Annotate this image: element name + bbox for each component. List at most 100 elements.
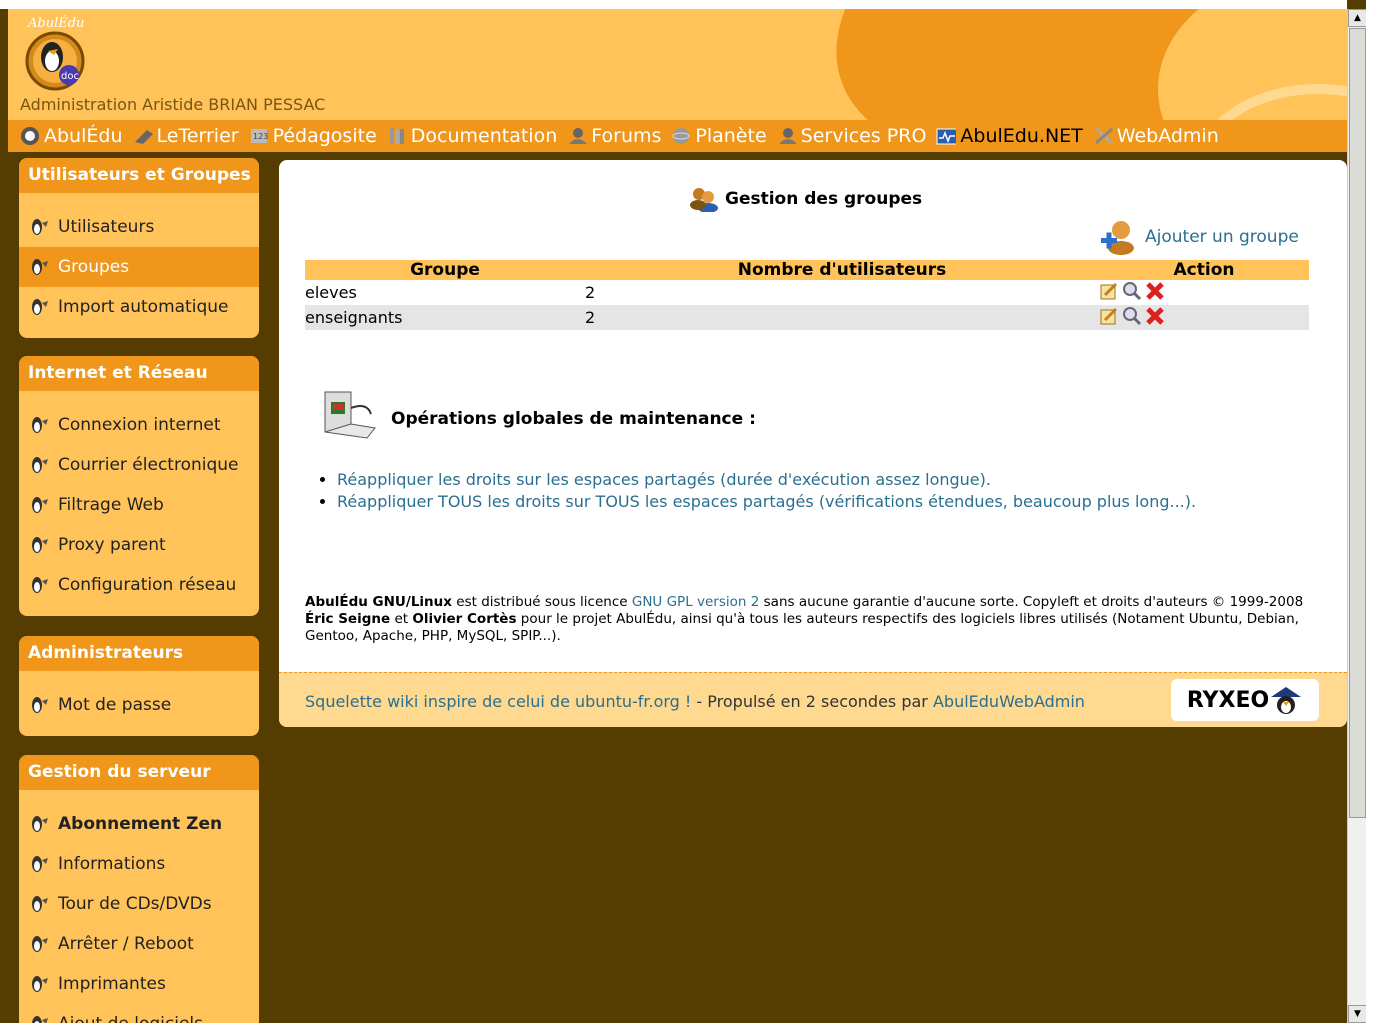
sidebar-section-users-groups: Utilisateurs et Groupes Utilisateurs Gro… <box>19 158 259 338</box>
sidebar-item-connexion-internet[interactable]: Connexion internet <box>19 405 259 445</box>
maintenance-links: Réappliquer les droits sur les espaces p… <box>337 470 1196 514</box>
abuledu-logo[interactable]: AbulÉdu doc <box>22 11 88 93</box>
view-icon[interactable] <box>1122 306 1142 326</box>
svg-text:doc: doc <box>61 71 79 82</box>
license-text-part: est distribué sous licence <box>451 594 632 610</box>
add-group-button[interactable]: Ajouter un groupe <box>1097 218 1299 256</box>
group-actions <box>1099 280 1309 305</box>
sidebar-item-filtrage-web[interactable]: Filtrage Web <box>19 485 259 525</box>
penguin-bullet-icon <box>32 856 48 872</box>
nav-label: LeTerrier <box>156 125 239 147</box>
pedagosite-icon: 123 <box>249 126 269 146</box>
penguin-bullet-icon <box>32 259 48 275</box>
sidebar-item-mot-de-passe[interactable]: Mot de passe <box>19 685 259 725</box>
group-name: eleves <box>305 283 357 302</box>
nav-item-planete[interactable]: Planète <box>671 125 767 147</box>
action-icons <box>1099 281 1165 301</box>
page-title: Gestion des groupes <box>689 186 922 212</box>
section-title: Administrateurs <box>19 636 259 671</box>
table-row: eleves 2 <box>305 280 1309 305</box>
nav-item-abuledu[interactable]: AbulÉdu <box>20 125 123 147</box>
column-header-groupe[interactable]: Groupe <box>305 260 585 280</box>
table-row: enseignants 2 <box>305 305 1309 330</box>
delete-icon[interactable] <box>1145 306 1165 326</box>
sidebar-item-label: Configuration réseau <box>58 575 237 595</box>
ryxeo-brand: RYXEO <box>1186 687 1270 713</box>
webadmin-link[interactable]: AbulEduWebAdmin <box>933 692 1085 711</box>
nav-item-abuledu-net[interactable]: AbulEdu.NET <box>936 125 1083 147</box>
delete-icon[interactable] <box>1145 281 1165 301</box>
list-item: Réappliquer les droits sur les espaces p… <box>337 470 1196 490</box>
groups-table: Groupe Nombre d'utilisateurs Action elev… <box>305 260 1309 330</box>
sidebar-section-internet-reseau: Internet et Réseau Connexion internet Co… <box>19 356 259 616</box>
nav-item-pedagosite[interactable]: 123 Pédagosite <box>249 125 377 147</box>
license-text-part: et <box>390 611 413 627</box>
gpl-link[interactable]: GNU GPL version 2 <box>632 594 759 610</box>
svg-text:123: 123 <box>253 132 268 141</box>
top-nav: AbulÉdu LeTerrier 123 Pédagosite Documen… <box>8 120 1347 152</box>
sidebar-item-label: Informations <box>58 854 166 874</box>
sidebar-item-label: Imprimantes <box>58 974 166 994</box>
nav-item-documentation[interactable]: Documentation <box>387 125 557 147</box>
sidebar-item-label: Abonnement Zen <box>58 814 223 834</box>
ryxeo-logo[interactable]: RYXEO <box>1171 679 1319 721</box>
sidebar-item-groupes[interactable]: Groupes <box>19 247 259 287</box>
add-group-icon <box>1101 221 1134 255</box>
sidebar-item-label: Filtrage Web <box>58 495 164 515</box>
nav-item-leterrier[interactable]: LeTerrier <box>133 125 239 147</box>
sidebar-item-courrier[interactable]: Courrier électronique <box>19 445 259 485</box>
column-header-action: Action <box>1099 260 1309 280</box>
sidebar-item-configuration-reseau[interactable]: Configuration réseau <box>19 565 259 605</box>
nav-item-forums[interactable]: Forums <box>567 125 661 147</box>
scrollbar-thumb[interactable] <box>1349 28 1366 818</box>
sidebar-item-abonnement-zen[interactable]: Abonnement Zen <box>19 804 259 844</box>
group-actions <box>1099 305 1309 330</box>
section-title: Internet et Réseau <box>19 356 259 391</box>
page-title-text: Gestion des groupes <box>725 189 923 209</box>
table-header-row: Groupe Nombre d'utilisateurs Action <box>305 260 1309 280</box>
sidebar-item-utilisateurs[interactable]: Utilisateurs <box>19 207 259 247</box>
license-text: AbulÉdu GNU/Linux est distribué sous lic… <box>305 594 1315 645</box>
penguin-bullet-icon <box>32 577 48 593</box>
nav-label: AbulEdu.NET <box>960 125 1083 147</box>
sidebar-item-import-automatique[interactable]: Import automatique <box>19 287 259 327</box>
nav-item-webadmin[interactable]: WebAdmin <box>1093 125 1219 147</box>
group-count: 2 <box>585 308 596 327</box>
services-icon <box>777 126 797 146</box>
penguin-logo-icon <box>1271 687 1302 714</box>
scroll-down-arrow-icon[interactable]: ▼ <box>1348 1005 1367 1023</box>
sidebar-item-ajout-logiciels[interactable]: Ajout de logiciels <box>19 1004 259 1023</box>
action-icons <box>1099 306 1165 326</box>
sidebar-item-informations[interactable]: Informations <box>19 844 259 884</box>
sidebar-item-tour-cds[interactable]: Tour de CDs/DVDs <box>19 884 259 924</box>
vertical-scrollbar[interactable]: ▲ ▼ <box>1347 9 1367 1023</box>
sidebar-item-proxy-parent[interactable]: Proxy parent <box>19 525 259 565</box>
nav-label: Forums <box>591 125 662 147</box>
sidebar-section-gestion-serveur: Gestion du serveur Abonnement Zen Inform… <box>19 755 259 1023</box>
page-footer: Squelette wiki inspire de celui de ubunt… <box>279 672 1347 727</box>
skeleton-link[interactable]: Squelette wiki inspire de celui de ubunt… <box>305 692 691 711</box>
reapply-rights-link[interactable]: Réappliquer les droits sur les espaces p… <box>337 470 991 489</box>
sidebar-item-imprimantes[interactable]: Imprimantes <box>19 964 259 1004</box>
terrier-icon <box>133 126 153 146</box>
reapply-all-rights-link[interactable]: Réappliquer TOUS les droits sur TOUS les… <box>337 492 1196 511</box>
edit-icon[interactable] <box>1099 306 1119 326</box>
maintenance-heading: Opérations globales de maintenance : <box>319 388 756 450</box>
nav-item-services-pro[interactable]: Services PRO <box>777 125 926 147</box>
edit-icon[interactable] <box>1099 281 1119 301</box>
sidebar-item-label: Import automatique <box>58 297 229 317</box>
sidebar-item-label: Ajout de logiciels <box>58 1014 203 1023</box>
column-header-nombre[interactable]: Nombre d'utilisateurs <box>585 260 1099 280</box>
list-item: Réappliquer TOUS les droits sur TOUS les… <box>337 492 1196 512</box>
penguin-bullet-icon <box>32 299 48 315</box>
tools-icon <box>1093 126 1113 146</box>
sidebar-item-arreter-reboot[interactable]: Arrêter / Reboot <box>19 924 259 964</box>
view-icon[interactable] <box>1122 281 1142 301</box>
sidebar-item-label: Courrier électronique <box>58 455 239 475</box>
nav-label: Planète <box>695 125 767 147</box>
scroll-up-arrow-icon[interactable]: ▲ <box>1348 9 1367 27</box>
group-count: 2 <box>585 283 596 302</box>
license-text-part: sans aucune garantie d'aucune sorte. Cop… <box>759 594 1304 610</box>
sidebar: Utilisateurs et Groupes Utilisateurs Gro… <box>8 152 269 1023</box>
svg-text:AbulÉdu: AbulÉdu <box>27 15 84 31</box>
